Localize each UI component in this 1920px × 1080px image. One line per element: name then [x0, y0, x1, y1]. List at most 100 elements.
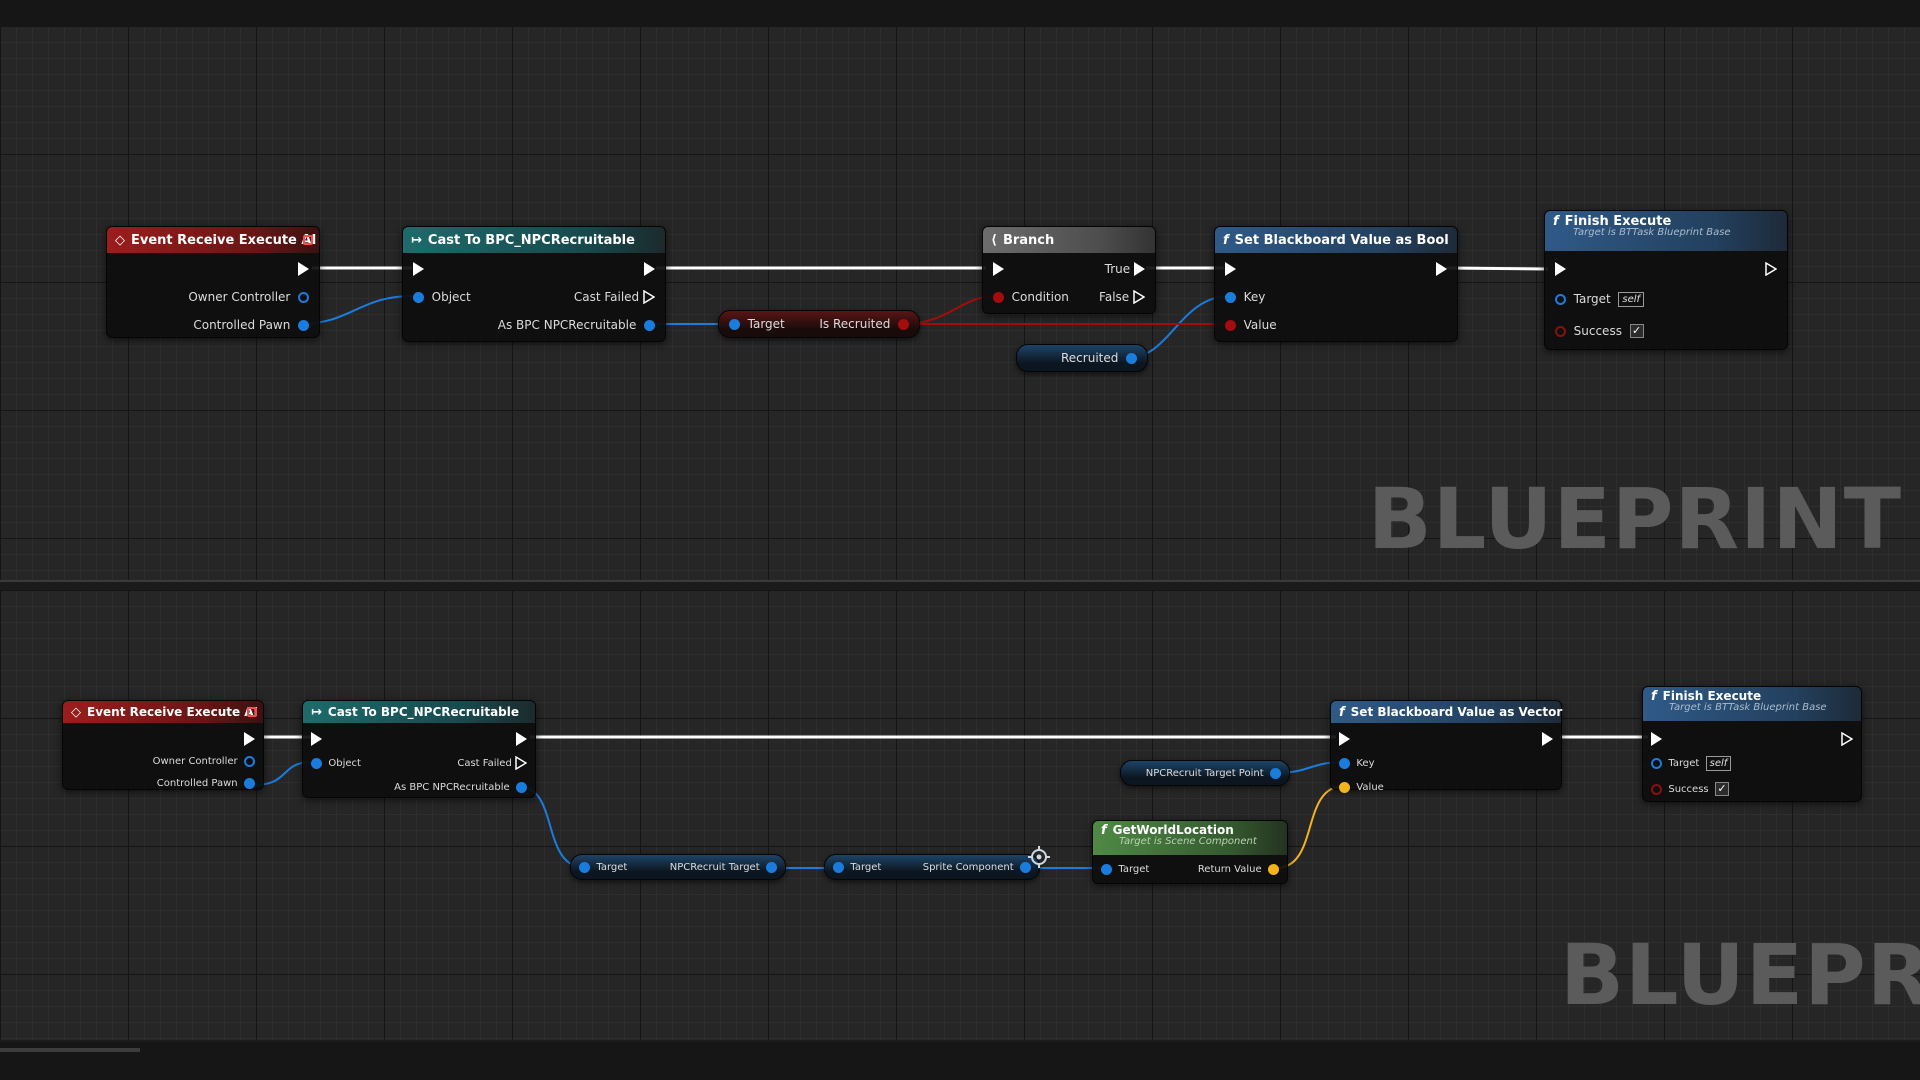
- exec-out-pin[interactable]: [1542, 731, 1553, 747]
- pin-label: Controlled Pawn: [193, 318, 291, 332]
- cast-failed-exec-pin[interactable]: [515, 756, 527, 770]
- exec-in-pin[interactable]: [413, 261, 424, 277]
- finish-execute-node[interactable]: f Finish Execute Target is BTTask Bluepr…: [1642, 686, 1862, 802]
- exec-in-pin[interactable]: [1555, 261, 1566, 277]
- cast-failed-exec-pin[interactable]: [643, 290, 655, 304]
- exec-out-pin[interactable]: [244, 731, 255, 747]
- top-toolbar: [0, 0, 1920, 26]
- stop-square-icon: [303, 235, 313, 245]
- exec-in-pin[interactable]: [993, 261, 1004, 277]
- target-pin[interactable]: [729, 318, 740, 330]
- pin-label: Cast Failed: [457, 757, 512, 769]
- npc-recruit-target-point-variable[interactable]: NPCRecruit Target Point: [1120, 760, 1290, 786]
- as-npc-recruitable-pin[interactable]: [644, 319, 655, 331]
- set-blackboard-vector-node[interactable]: f Set Blackboard Value as Vector Key Val…: [1330, 700, 1563, 793]
- node-title: Set Blackboard Value as Bool: [1234, 232, 1449, 248]
- pin-label: Owner Controller: [152, 755, 238, 767]
- is-recruited-getter[interactable]: Target Is Recruited: [718, 310, 920, 338]
- owner-controller-pin[interactable]: [244, 755, 255, 767]
- exec-out-pin[interactable]: [1436, 261, 1447, 277]
- pin-label: Key: [1243, 290, 1266, 304]
- get-world-location-node[interactable]: f GetWorldLocation Target is Scene Compo…: [1092, 820, 1288, 884]
- controlled-pawn-pin[interactable]: [244, 777, 255, 789]
- cast-node[interactable]: ↦ Cast To BPC_NPCRecruitable Object Cast…: [402, 226, 666, 342]
- recruited-variable[interactable]: Recruited: [1016, 344, 1148, 372]
- is-recruited-pin[interactable]: [898, 318, 909, 330]
- value-pin[interactable]: [1225, 319, 1236, 331]
- exec-in-pin[interactable]: [1651, 731, 1662, 747]
- node-title: Finish Execute: [1662, 689, 1762, 703]
- object-pin[interactable]: [311, 757, 322, 769]
- return-value-pin[interactable]: [1268, 863, 1279, 875]
- node-title: Set Blackboard Value as Vector: [1350, 705, 1563, 719]
- node-title: Branch: [1002, 232, 1055, 248]
- branch-node[interactable]: ⟨ Branch True Condition False: [982, 226, 1156, 314]
- key-pin[interactable]: [1225, 291, 1236, 303]
- target-pin[interactable]: [579, 861, 590, 873]
- value-pin[interactable]: [1339, 781, 1350, 793]
- exec-in-pin[interactable]: [311, 731, 322, 747]
- exec-out-pin[interactable]: [1765, 261, 1777, 277]
- gear-icon: [1028, 846, 1050, 868]
- exec-out-pin[interactable]: [644, 261, 655, 277]
- false-exec-pin[interactable]: [1133, 290, 1145, 304]
- npc-recruit-target-pin[interactable]: [766, 861, 777, 873]
- pin-label: True: [1104, 262, 1131, 276]
- success-pin[interactable]: [1555, 325, 1566, 337]
- pin-label: NPCRecruit Target: [669, 861, 760, 873]
- event-node[interactable]: ◇ Event Receive Execute AI Owner Control…: [106, 226, 320, 338]
- exec-out-pin[interactable]: [1841, 731, 1853, 747]
- pin-label: Success: [1573, 324, 1622, 338]
- set-blackboard-bool-node[interactable]: f Set Blackboard Value as Bool Key Value: [1214, 226, 1458, 342]
- target-pin[interactable]: [1555, 293, 1566, 305]
- event-node[interactable]: ◇ Event Receive Execute AI Owner Control…: [62, 700, 264, 790]
- pin-label: As BPC NPCRecruitable: [497, 318, 637, 332]
- horizontal-scrollbar[interactable]: [0, 1048, 140, 1052]
- node-subtitle: Target is Scene Component: [1119, 836, 1257, 847]
- event-diamond-icon: ◇: [115, 232, 125, 248]
- target-point-out-pin[interactable]: [1270, 767, 1281, 779]
- pin-label: Target: [596, 861, 628, 873]
- graph-panel-bottom[interactable]: BLUEPRIN ◇ Event Receive Execute AI Owne…: [0, 590, 1920, 1040]
- self-value-box[interactable]: self: [1618, 291, 1645, 307]
- wires-layer: [253, 735, 1648, 869]
- owner-controller-pin[interactable]: [298, 291, 309, 303]
- cast-node[interactable]: ↦ Cast To BPC_NPCRecruitable Object Cast…: [302, 700, 536, 798]
- target-pin[interactable]: [1101, 863, 1112, 875]
- success-checkbox[interactable]: ✓: [1714, 782, 1729, 796]
- exec-out-pin[interactable]: [298, 261, 309, 277]
- pin-label: Key: [1356, 757, 1375, 769]
- true-exec-pin[interactable]: [1134, 262, 1145, 276]
- pin-label: Value: [1243, 318, 1277, 332]
- exec-out-pin[interactable]: [516, 731, 527, 747]
- node-title: Cast To BPC_NPCRecruitable: [427, 232, 635, 248]
- controlled-pawn-pin[interactable]: [298, 319, 309, 331]
- success-pin[interactable]: [1651, 783, 1662, 795]
- target-pin[interactable]: [1651, 757, 1662, 769]
- exec-in-pin[interactable]: [1339, 731, 1350, 747]
- self-value-box[interactable]: self: [1705, 755, 1732, 771]
- node-title: Event Receive Execute AI: [131, 232, 317, 248]
- pin-label: Condition: [1011, 290, 1069, 304]
- function-f-icon: f: [1101, 823, 1107, 838]
- key-pin[interactable]: [1339, 757, 1350, 769]
- as-npc-recruitable-pin[interactable]: [516, 781, 527, 793]
- object-pin[interactable]: [413, 291, 424, 303]
- node-title: GetWorldLocation: [1112, 823, 1234, 837]
- npc-recruit-target-getter[interactable]: Target NPCRecruit Target: [570, 854, 786, 880]
- success-checkbox[interactable]: ✓: [1629, 324, 1644, 338]
- finish-execute-node[interactable]: f Finish Execute Target is BTTask Bluepr…: [1544, 210, 1788, 350]
- function-f-icon: f: [1223, 232, 1229, 248]
- graph-panel-top[interactable]: BLUEPRINT ◇ Event Receive Execute AI Own…: [0, 26, 1920, 582]
- function-f-icon: f: [1651, 689, 1657, 704]
- sprite-component-getter[interactable]: Target Sprite Component: [824, 854, 1040, 880]
- pin-label: Cast Failed: [573, 290, 640, 304]
- event-diamond-icon: ◇: [71, 704, 81, 720]
- condition-pin[interactable]: [993, 291, 1004, 303]
- pin-label: Object: [328, 757, 361, 769]
- pin-label: Target: [1573, 292, 1611, 306]
- pin-label: False: [1099, 290, 1130, 304]
- target-pin[interactable]: [833, 861, 844, 873]
- recruited-out-pin[interactable]: [1126, 352, 1137, 364]
- exec-in-pin[interactable]: [1225, 261, 1236, 277]
